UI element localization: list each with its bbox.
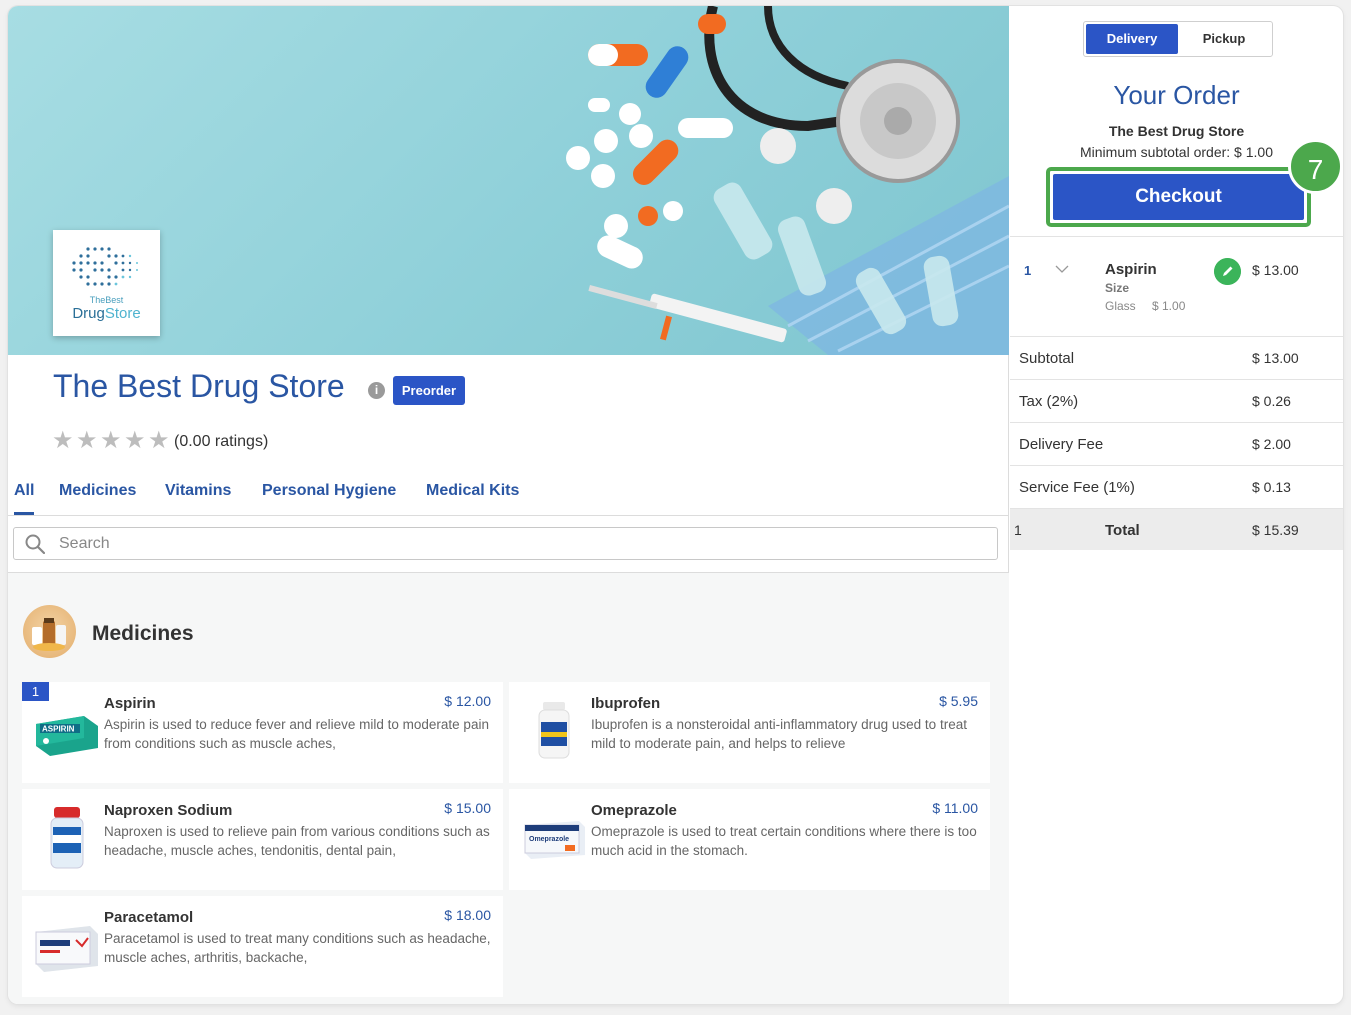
delivery-fee-row: Delivery Fee $ 2.00 [1010,423,1343,466]
subtotal-row: Subtotal $ 13.00 [1010,337,1343,380]
store-title: The Best Drug Store [53,368,345,404]
summary-label: Delivery Fee [1019,436,1104,453]
tab-medicines[interactable]: Medicines [59,482,136,512]
product-name: Omeprazole [591,802,677,819]
logo-text: DrugStore [72,305,140,322]
summary-label: Tax (2%) [1019,393,1079,410]
summary-label: Service Fee (1%) [1019,479,1135,496]
product-card-ibuprofen[interactable]: Ibuprofen $ 5.95 Ibuprofen is a nonstero… [509,682,990,783]
naproxen-product-image [50,807,84,869]
summary-value: $ 2.00 [1252,436,1291,452]
total-row: 1 Total $ 15.39 [1010,509,1343,550]
product-price: $ 5.95 [939,693,978,709]
tab-vitamins[interactable]: Vitamins [165,482,231,512]
syringe [588,285,787,343]
step-number-badge: 7 [1288,139,1343,194]
logo-text-drug: Drug [72,304,105,322]
store-main: TheBest DrugStore The Best Drug Store i … [8,6,1009,1004]
summary-label: Subtotal [1019,350,1075,367]
delivery-option[interactable]: Delivery [1086,24,1178,54]
total-item-count: 1 [1014,522,1022,538]
tab-medical-kits[interactable]: Medical Kits [426,482,519,512]
ibuprofen-product-image [538,702,570,759]
star-icon: ★ [76,427,98,454]
cart-item-price: $ 13.00 [1252,262,1299,278]
logo-text-store: Store [104,304,141,322]
star-icon: ★ [52,427,74,454]
omeprazole-box-label: Omeprazole [529,836,569,843]
product-description: Aspirin is used to reduce fever and reli… [104,717,489,751]
logo-text-small: TheBest [89,294,124,305]
search-input[interactable] [59,532,959,556]
star-icon: ★ [100,427,122,454]
summary-value: $ 13.00 [1252,350,1299,366]
cart-item: 1 Aspirin Size Glass $ 1.00 $ 13.00 [1010,236,1343,337]
category-title: Medicines [92,622,194,645]
aspirin-product-image: ASPIRIN [36,716,98,756]
product-card-omeprazole[interactable]: Omeprazole Omeprazole $ 11.00 Omeprazole… [509,789,990,890]
summary-value: $ 0.26 [1252,393,1291,409]
chevron-down-icon[interactable] [1054,261,1070,277]
tab-personal-hygiene[interactable]: Personal Hygiene [262,482,396,512]
product-price: $ 12.00 [444,693,491,709]
paracetamol-product-image [35,926,98,972]
preorder-badge: Preorder [393,376,465,405]
product-description: Naproxen is used to relieve pain from va… [104,824,490,858]
product-name: Aspirin [104,695,156,712]
cart-item-option-price: $ 1.00 [1152,299,1186,313]
store-logo: TheBest DrugStore [53,230,160,336]
star-icon: ★ [124,427,146,454]
star-icon: ★ [148,427,170,454]
store-banner: TheBest DrugStore [8,6,1009,355]
order-store-name: The Best Drug Store [1108,123,1245,139]
product-price: $ 15.00 [444,800,491,816]
product-name: Naproxen Sodium [104,802,233,819]
logo-dots-icon [71,246,138,286]
delivery-pickup-toggle: Delivery Pickup [1083,21,1273,57]
category-avatar [23,605,76,658]
product-name: Paracetamol [104,909,194,926]
category-tabs: All Medicines Vitamins Personal Hygiene … [8,476,1009,516]
summary-value: $ 0.13 [1252,479,1291,495]
cart-item-option: Glass [1105,299,1136,313]
checkout-highlight: Checkout [1046,167,1311,227]
order-heading: Your Order [1113,80,1240,110]
product-price: $ 18.00 [444,907,491,923]
edit-pencil-icon[interactable] [1214,258,1241,285]
service-fee-row: Service Fee (1%) $ 0.13 [1010,466,1343,509]
aspirin-box-label: ASPIRIN [42,725,75,734]
total-value: $ 15.39 [1252,522,1299,538]
product-card-paracetamol[interactable]: Paracetamol $ 18.00 Paracetamol is used … [22,896,503,997]
info-icon[interactable]: i [368,382,385,399]
cart-item-size-label: Size [1105,281,1130,295]
search-box [13,527,998,560]
product-description: Paracetamol is used to treat many condit… [104,931,491,965]
product-card-naproxen-sodium[interactable]: Naproxen Sodium $ 15.00 Naproxen is used… [22,789,503,890]
total-label: Total [1105,522,1140,539]
omeprazole-product-image: Omeprazole [524,821,585,859]
product-price: $ 11.00 [932,800,978,816]
product-description: Ibuprofen is a nonsteroidal anti-inflamm… [591,717,967,751]
order-sidebar: Delivery Pickup Your Order The Best Drug… [1010,6,1343,1004]
tab-all[interactable]: All [14,482,35,515]
pickup-option[interactable]: Pickup [1178,24,1270,54]
product-description: Omeprazole is used to treat certain cond… [591,824,977,858]
search-icon [25,534,45,554]
cart-item-name: Aspirin [1105,261,1157,278]
cart-item-qty[interactable]: 1 [1024,263,1031,278]
rating-stars: ★ ★ ★ ★ ★ [52,427,170,454]
product-name: Ibuprofen [591,695,661,712]
ratings-count: (0.00 ratings) [174,433,269,450]
product-section: Medicines 1 ASPIRIN Aspirin $ 12.00 Aspi… [8,572,1009,1004]
tax-row: Tax (2%) $ 0.26 [1010,380,1343,423]
app-frame: TheBest DrugStore The Best Drug Store i … [8,6,1343,1004]
checkout-button[interactable]: Checkout [1053,174,1304,220]
product-card-aspirin[interactable]: 1 ASPIRIN Aspirin $ 12.00 Aspirin is use… [22,682,503,783]
